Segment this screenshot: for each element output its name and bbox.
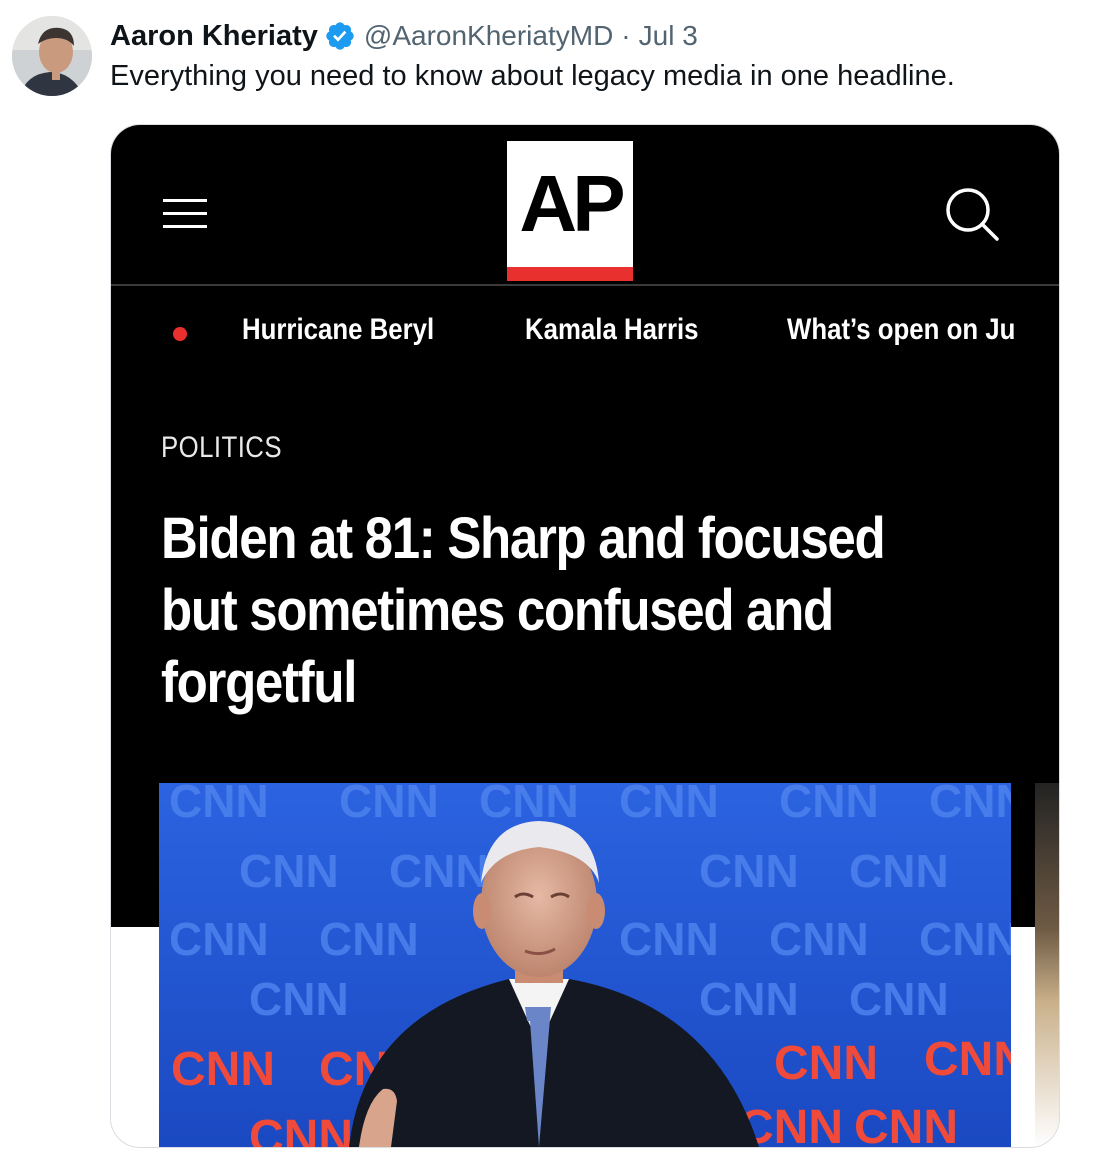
ap-logo-text: AP (519, 159, 625, 248)
svg-text:CNN: CNN (849, 845, 949, 897)
svg-text:CNN: CNN (249, 1111, 353, 1147)
ap-logo-accent-bar (507, 267, 633, 281)
header-divider (111, 284, 1059, 286)
svg-text:CNN: CNN (699, 973, 799, 1025)
svg-text:CNN: CNN (169, 913, 269, 965)
article-headline: Biden at 81: Sharp and focused but somet… (161, 506, 886, 715)
profile-photo-icon (12, 16, 92, 96)
adjacent-image-edge (1035, 783, 1059, 1147)
svg-text:CNN: CNN (774, 1037, 878, 1090)
svg-text:CNN: CNN (389, 845, 489, 897)
svg-text:CNN: CNN (619, 913, 719, 965)
svg-text:CNN: CNN (929, 783, 1011, 827)
svg-text:CNN: CNN (171, 1043, 275, 1096)
trending-topic-3: What’s open on Ju (787, 313, 1016, 346)
verified-badge-icon[interactable] (324, 20, 356, 52)
svg-text:CNN: CNN (849, 973, 949, 1025)
author-handle[interactable]: @AaronKheriatyMD (364, 20, 613, 52)
search-icon (943, 185, 1001, 243)
tweet-date[interactable]: Jul 3 (639, 20, 698, 52)
svg-text:CNN: CNN (619, 783, 719, 827)
article-photo: CNN CNN CNN CNN CNN CNN CNN CNN CNN CNN … (159, 783, 1011, 1147)
svg-text:CNN: CNN (169, 783, 269, 827)
hamburger-menu-icon (163, 197, 207, 231)
svg-text:CNN: CNN (919, 913, 1011, 965)
svg-text:CNN: CNN (779, 783, 879, 827)
ap-logo: AP (507, 141, 633, 281)
svg-text:CNN: CNN (249, 973, 349, 1025)
trending-topic-1: Hurricane Beryl (242, 313, 435, 346)
author-name[interactable]: Aaron Kheriaty (110, 20, 318, 53)
meta-separator: · (621, 20, 631, 51)
svg-text:CNN: CNN (769, 913, 869, 965)
svg-text:CNN: CNN (319, 913, 419, 965)
svg-text:CNN: CNN (924, 1033, 1011, 1086)
live-indicator-dot (173, 327, 187, 341)
trending-topic-3-clip: What’s open on Ju (787, 305, 1037, 355)
svg-text:CNN: CNN (479, 783, 579, 827)
svg-text:CNN: CNN (854, 1101, 958, 1147)
trending-topic-2: Kamala Harris (525, 313, 699, 346)
svg-text:CNN: CNN (239, 845, 339, 897)
svg-text:CNN: CNN (699, 845, 799, 897)
svg-text:CNN: CNN (339, 783, 439, 827)
tweet-media-image[interactable]: AP Hurricane Beryl Kamala Harris What’s … (110, 124, 1060, 1148)
section-label: POLITICS (161, 431, 283, 464)
tweet-header: Aaron Kheriaty @AaronKheriatyMD · Jul 3 (110, 16, 698, 56)
author-avatar[interactable] (12, 16, 92, 96)
tweet-text: Everything you need to know about legacy… (110, 60, 955, 92)
